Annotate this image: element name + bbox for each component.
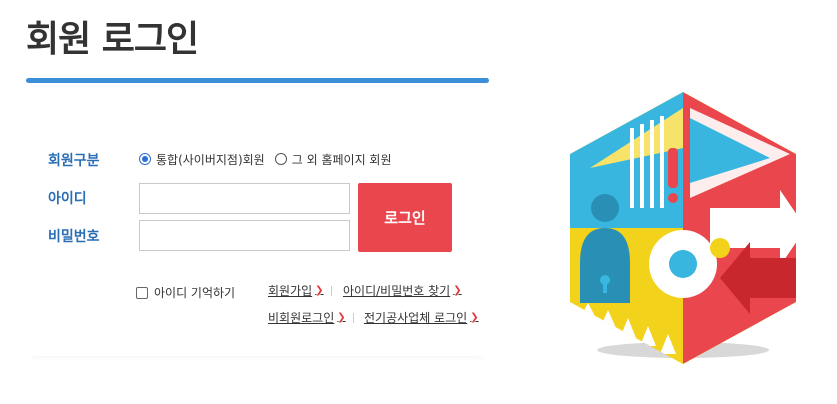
radio-integrated[interactable] (139, 153, 151, 165)
chevron-right-icon: ❯ (470, 312, 479, 323)
radio-other[interactable] (274, 153, 287, 165)
login-button[interactable]: 로그인 (358, 183, 452, 252)
password-label: 비밀번호 (48, 229, 100, 245)
link-separator (331, 286, 332, 296)
radio-other-label: 그 외 홈페이지 회원 (291, 152, 392, 167)
link-separator (353, 313, 354, 323)
title-divider (26, 78, 489, 83)
guest-login-link[interactable]: 비회원로그인 ❯ (268, 309, 346, 326)
page-title: 회원 로그인 (26, 19, 199, 60)
id-input[interactable] (139, 183, 350, 214)
member-type-radio-group: 통합(사이버지점)회원 그 외 홈페이지 회원 (139, 150, 402, 168)
chevron-right-icon: ❯ (337, 312, 346, 323)
remember-id-label: 아이디 기억하기 (154, 286, 236, 300)
remember-id-checkbox[interactable] (136, 286, 148, 299)
radio-option-other[interactable]: 그 외 홈페이지 회원 (274, 151, 392, 168)
radio-integrated-label: 통합(사이버지점)회원 (156, 152, 265, 167)
chevron-right-icon: ❯ (315, 285, 324, 296)
remember-id[interactable]: 아이디 기억하기 (136, 284, 235, 301)
radio-option-integrated[interactable]: 통합(사이버지점)회원 (139, 151, 265, 168)
join-link-text: 회원가입 (268, 284, 313, 298)
corp-link-text: 전기공사업체 로그인 (364, 311, 468, 325)
find-id-password-link[interactable]: 아이디/비밀번호 찾기 ❯ (343, 282, 462, 299)
id-label: 아이디 (48, 191, 87, 207)
contractor-login-link[interactable]: 전기공사업체 로그인 ❯ (364, 309, 479, 326)
guest-link-text: 비회원로그인 (268, 311, 335, 325)
find-link-text: 아이디/비밀번호 찾기 (343, 284, 451, 298)
member-type-label: 회원구분 (48, 153, 100, 169)
join-link[interactable]: 회원가입 ❯ (268, 282, 324, 299)
key-illustration-icon (570, 92, 796, 364)
password-input[interactable] (139, 220, 350, 251)
chevron-right-icon: ❯ (453, 285, 462, 296)
